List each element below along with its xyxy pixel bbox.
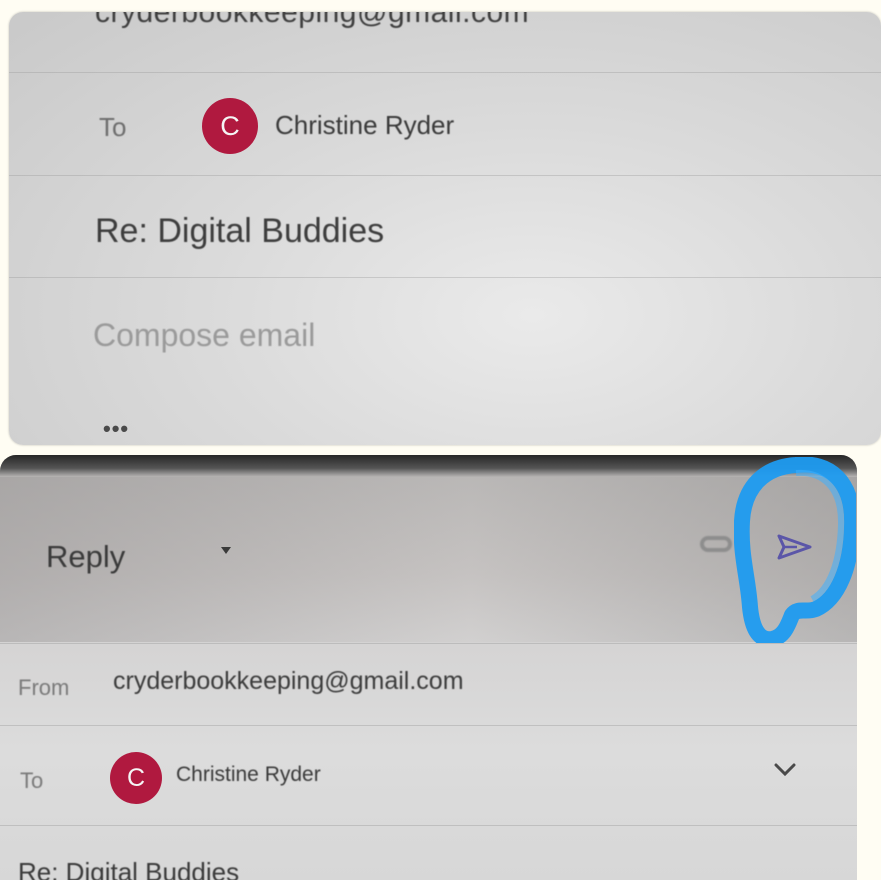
from-address[interactable]: cryderbookkeeping@gmail.com — [113, 667, 464, 696]
paperclip-icon[interactable] — [700, 536, 732, 552]
show-quoted-text-button[interactable]: ••• — [103, 416, 129, 442]
divider — [9, 277, 881, 278]
from-label: From — [18, 675, 70, 700]
subject-field[interactable]: Re: Digital Buddies — [18, 857, 239, 880]
to-label: To — [20, 768, 44, 793]
from-row-cropped: cryderbookkeeping@gmail.com — [95, 12, 530, 29]
divider — [0, 725, 857, 726]
divider — [0, 643, 857, 644]
chevron-down-icon[interactable] — [774, 763, 796, 777]
photo-edge — [0, 455, 857, 477]
compose-panel-top: cryderbookkeeping@gmail.com To C Christi… — [9, 12, 881, 445]
compose-panel-bottom: Reply From cryderbookkeeping@gmail.com T… — [0, 455, 857, 880]
subject-field[interactable]: Re: Digital Buddies — [95, 212, 384, 251]
compose-body-input[interactable]: Compose email — [93, 317, 315, 354]
send-icon[interactable] — [777, 533, 813, 561]
recipient-chip[interactable]: Christine Ryder — [176, 763, 321, 787]
divider — [0, 825, 857, 826]
caret-down-icon[interactable] — [221, 547, 231, 554]
to-label: To — [99, 112, 127, 142]
recipient-avatar: C — [110, 752, 162, 804]
screenshot-collage: cryderbookkeeping@gmail.com To C Christi… — [0, 0, 881, 880]
divider — [9, 175, 881, 176]
compose-toolbar — [0, 477, 857, 642]
recipient-avatar: C — [202, 98, 258, 154]
divider — [9, 72, 881, 73]
reply-mode-dropdown[interactable]: Reply — [46, 539, 125, 575]
recipient-chip[interactable]: Christine Ryder — [275, 110, 454, 141]
